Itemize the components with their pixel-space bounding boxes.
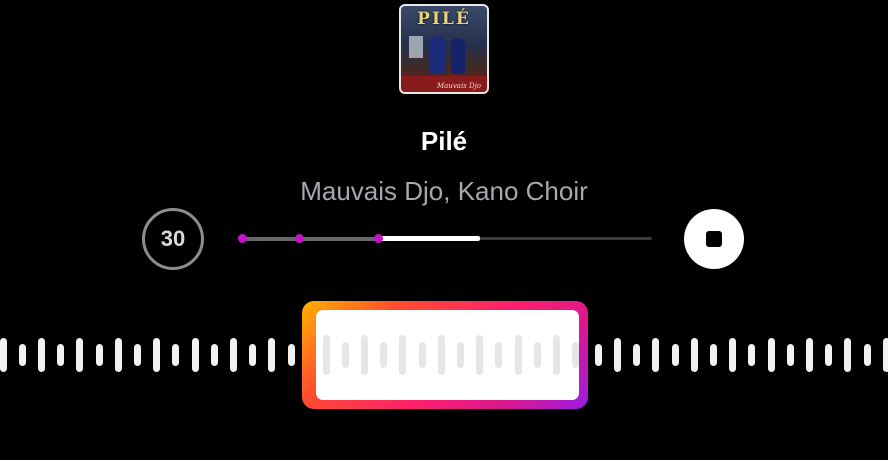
- album-art-title: PILÉ: [417, 9, 471, 29]
- waveform-bar: [437, 335, 445, 375]
- progress-segment: [299, 236, 378, 241]
- waveform-bar: [805, 338, 813, 372]
- waveform-bar: [287, 344, 295, 366]
- waveform-bar: [191, 338, 199, 372]
- waveform-bar: [322, 335, 330, 375]
- progress-marker[interactable]: [237, 234, 247, 243]
- progress-fill: [380, 236, 480, 241]
- song-artist: Mauvais Djo, Kano Choir: [300, 176, 588, 206]
- waveform-bar: [418, 342, 426, 368]
- progress-marker[interactable]: [294, 234, 304, 243]
- waveform-bar: [882, 338, 888, 372]
- waveform-bar: [533, 342, 541, 368]
- waveform-bar: [268, 338, 276, 372]
- waveform-bar: [767, 338, 775, 372]
- progress-marker[interactable]: [373, 234, 383, 243]
- waveform-bar: [360, 335, 368, 375]
- waveform-bar: [153, 338, 161, 372]
- waveform-bar: [95, 344, 103, 366]
- stop-icon: [706, 231, 722, 247]
- waveform-bar: [844, 338, 852, 372]
- waveform-bar: [0, 338, 7, 372]
- album-art-figure: [451, 38, 465, 74]
- waveform-bar: [786, 344, 794, 366]
- waveform-bar: [594, 344, 602, 366]
- waveform-bar: [341, 342, 349, 368]
- rewind-30-icon: 30: [160, 226, 186, 251]
- waveform-bar: [114, 338, 122, 372]
- waveform-bar: [76, 338, 84, 372]
- waveform-bar: [172, 344, 180, 366]
- waveform-bar: [57, 344, 65, 366]
- progress-bar[interactable]: [237, 234, 652, 243]
- clip-selector-window: [316, 310, 579, 400]
- album-art-window: [409, 36, 423, 58]
- album-art-signature: Mauvais Djo: [436, 82, 481, 90]
- waveform-bar: [572, 342, 579, 368]
- waveform-bar: [380, 342, 388, 368]
- waveform-bar: [709, 344, 717, 366]
- waveform-bar: [748, 344, 756, 366]
- waveform-bar: [37, 338, 45, 372]
- waveform-bar: [514, 335, 522, 375]
- album-art: PILÉ Mauvais Djo: [399, 4, 489, 94]
- waveform-bar: [633, 344, 641, 366]
- waveform-bar: [476, 335, 484, 375]
- waveform-bar: [671, 344, 679, 366]
- waveform-bar: [249, 344, 257, 366]
- waveform-bar: [133, 344, 141, 366]
- waveform-bar: [18, 344, 26, 366]
- waveform-bar: [690, 338, 698, 372]
- waveform-bar: [825, 344, 833, 366]
- waveform-bar: [729, 338, 737, 372]
- waveform-bar: [652, 338, 660, 372]
- waveform-bar: [399, 335, 407, 375]
- waveform-bar: [229, 338, 237, 372]
- progress-segment: [242, 236, 299, 241]
- waveform-bar: [863, 344, 871, 366]
- waveform-bar: [613, 338, 621, 372]
- rewind-30-button[interactable]: 30: [142, 208, 204, 270]
- clip-selector[interactable]: [302, 301, 588, 409]
- album-art-figure: [429, 36, 445, 74]
- waveform-bar: [552, 335, 560, 375]
- waveform-bar: [210, 344, 218, 366]
- stop-button[interactable]: [684, 209, 744, 269]
- song-title: Pilé: [420, 126, 468, 156]
- waveform-bar: [456, 342, 464, 368]
- waveform-bar: [495, 342, 503, 368]
